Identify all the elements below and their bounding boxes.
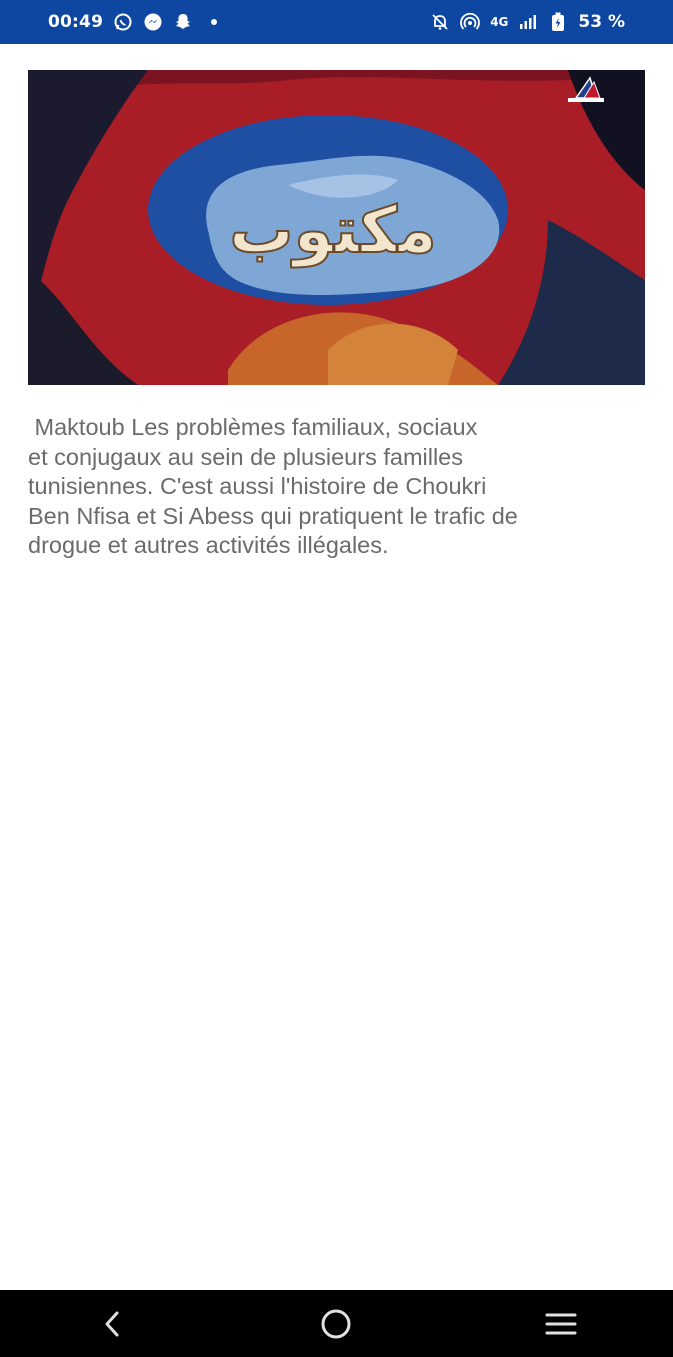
battery-icon (548, 12, 568, 32)
show-description: Maktoub Les problèmes familiaux, sociaux… (28, 414, 518, 559)
signal-icon (518, 12, 538, 32)
status-left: 00:49 (48, 12, 218, 32)
home-button[interactable] (306, 1299, 366, 1349)
status-bar: 00:49 4G 53 % (0, 0, 673, 44)
mute-icon (430, 12, 450, 32)
hotspot-icon (460, 12, 481, 32)
recents-icon (545, 1313, 577, 1334)
recents-button[interactable] (531, 1299, 591, 1349)
show-title-text: مكتوب (229, 194, 436, 268)
back-icon (105, 1311, 119, 1336)
navigation-bar (0, 1290, 673, 1357)
snapchat-icon (173, 12, 193, 32)
back-button[interactable] (82, 1299, 142, 1349)
whatsapp-icon (113, 12, 133, 32)
status-right: 4G 53 % (430, 12, 625, 32)
notification-dot (211, 19, 218, 25)
home-icon (321, 1309, 351, 1338)
show-banner-image[interactable]: مكتوب (28, 70, 645, 385)
messenger-icon (143, 12, 163, 32)
network-label: 4G (490, 15, 509, 29)
show-title-artwork: مكتوب (28, 70, 645, 385)
battery-level: 53 % (578, 12, 625, 32)
status-time: 00:49 (48, 12, 104, 32)
